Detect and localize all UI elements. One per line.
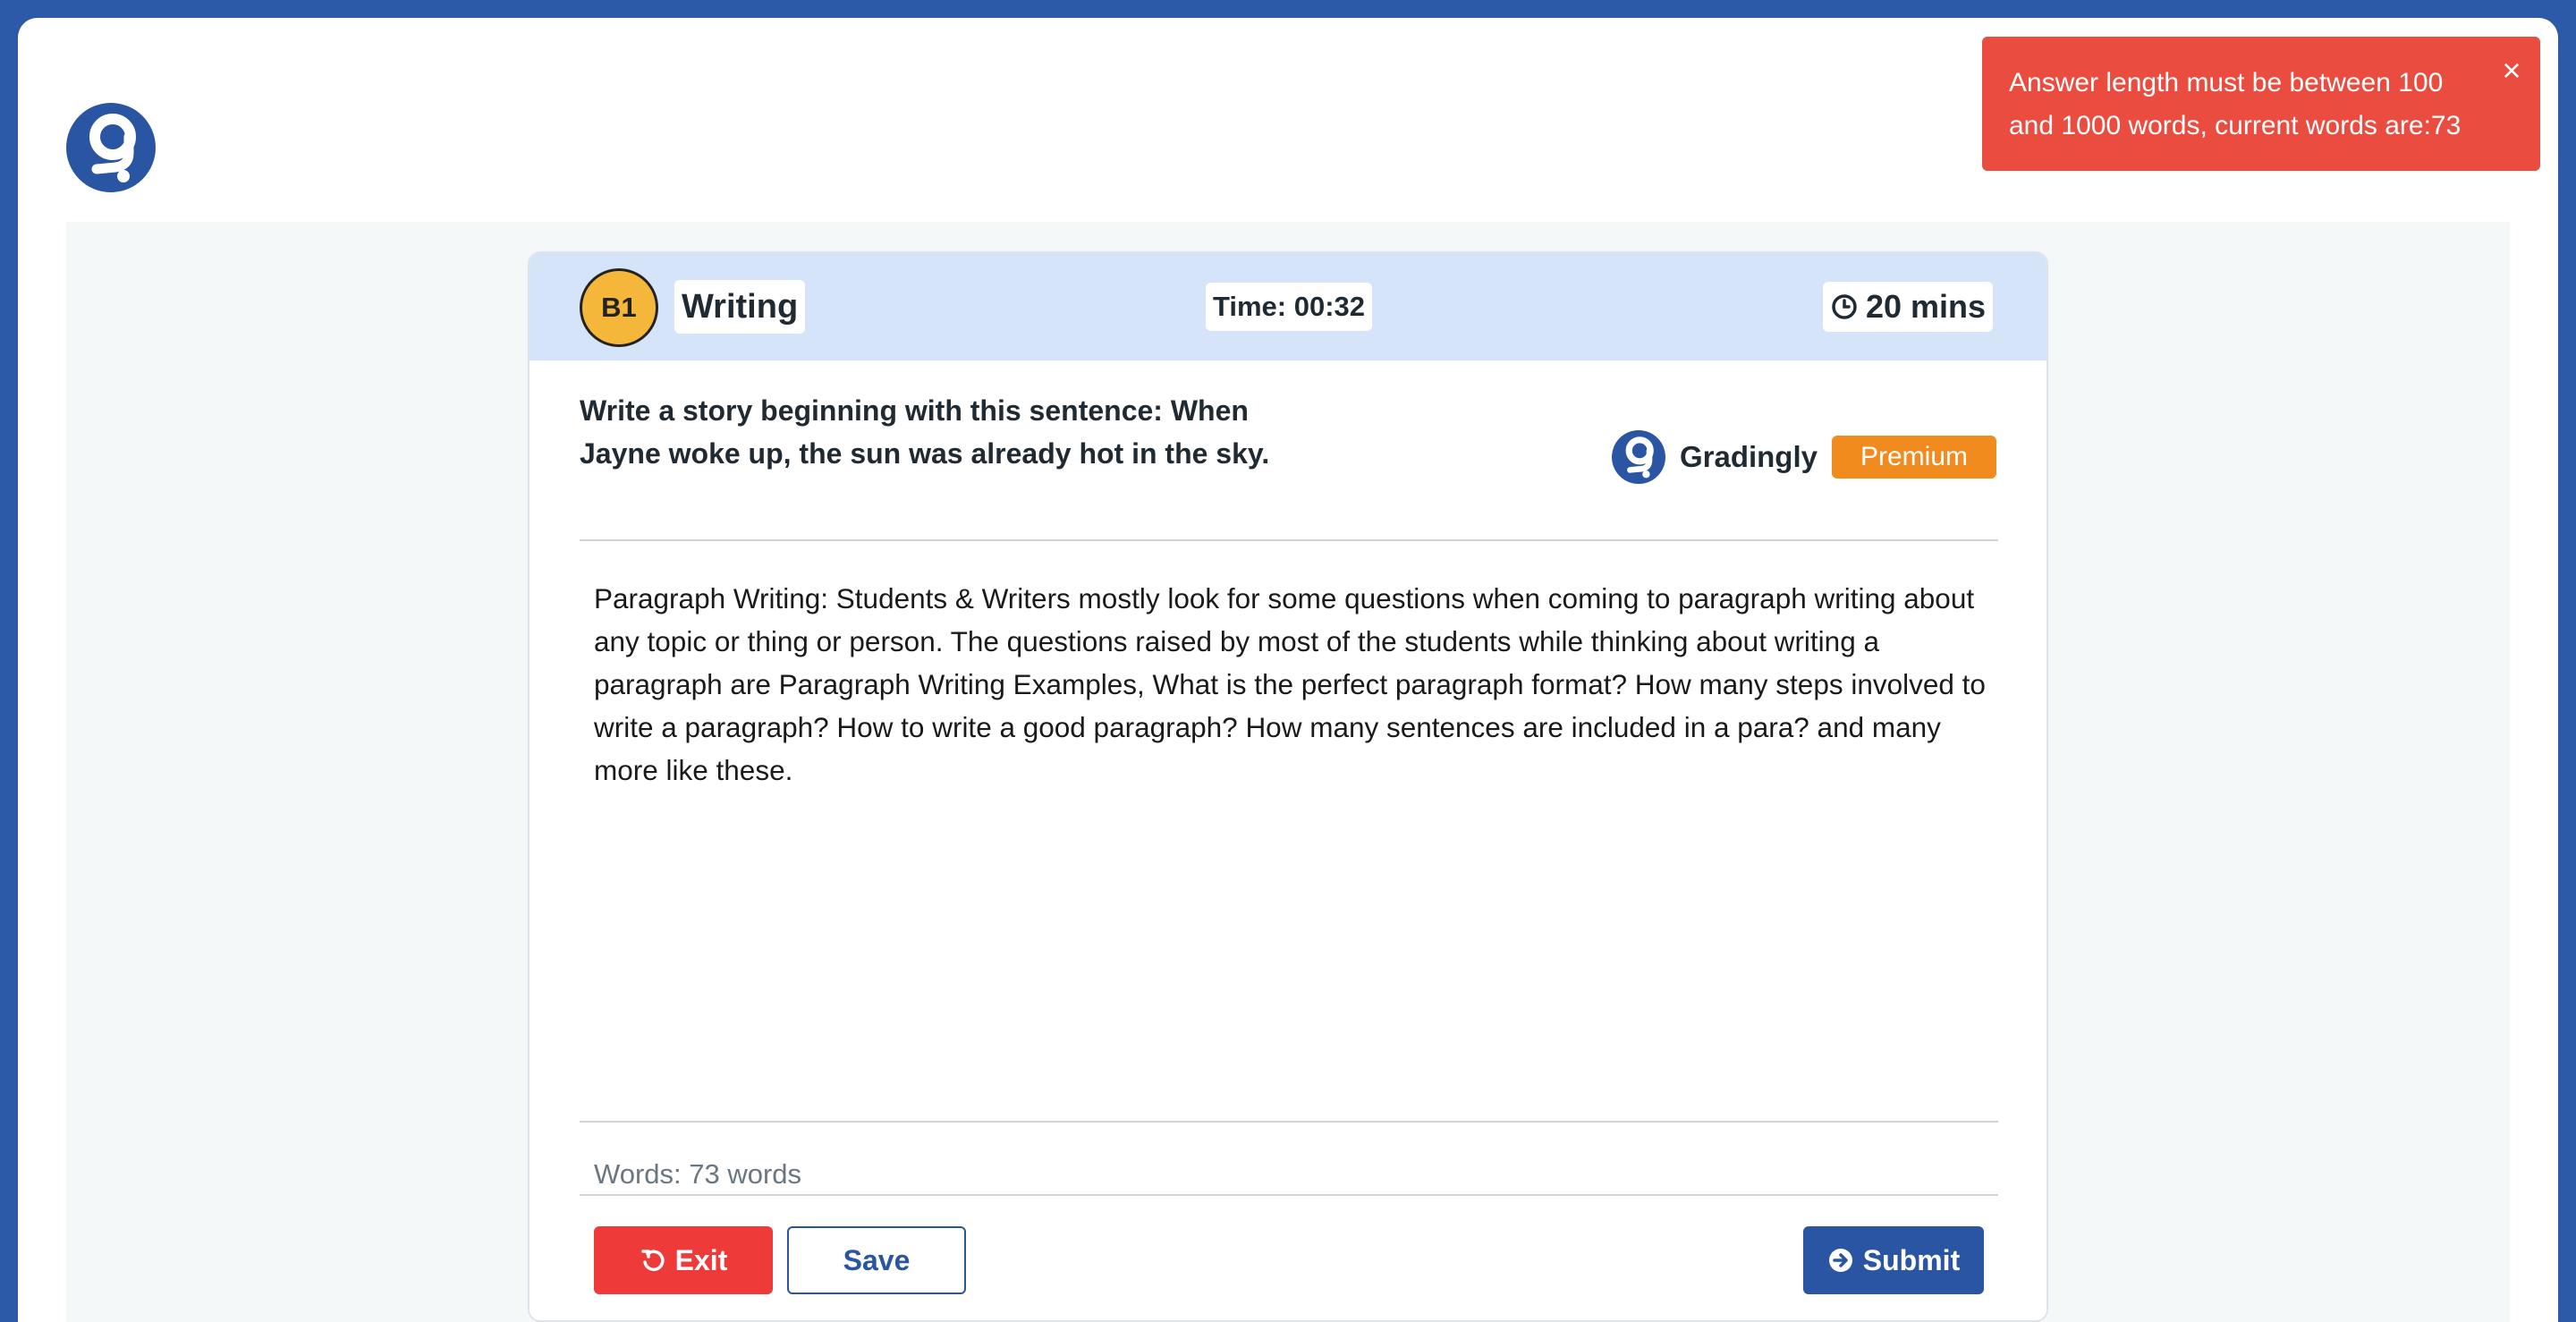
exit-button[interactable]: Exit xyxy=(594,1226,773,1294)
answer-textarea[interactable]: Paragraph Writing: Students & Writers mo… xyxy=(594,577,1989,792)
footer-divider-top xyxy=(580,1121,1998,1123)
writing-task-card: B1 Writing Time: 00:32 20 mins Write a s… xyxy=(528,251,2048,1322)
clock-icon xyxy=(1832,294,1857,319)
gradingly-small-logo-icon xyxy=(1611,430,1665,484)
error-toast: Answer length must be between 100 and 10… xyxy=(1982,37,2540,171)
footer-divider-bottom xyxy=(580,1194,1998,1196)
premium-badge: Premium xyxy=(1831,436,1996,479)
brand-block: Gradingly Premium xyxy=(1611,430,1996,484)
duration-chip: 20 mins xyxy=(1823,282,1994,332)
arrow-circle-right-icon xyxy=(1828,1249,1852,1272)
toast-message: Answer length must be between 100 and 10… xyxy=(2009,68,2462,140)
section-title: Writing xyxy=(674,280,806,334)
task-header: B1 Writing Time: 00:32 20 mins xyxy=(530,253,2046,360)
undo-icon xyxy=(640,1250,665,1271)
level-badge: B1 xyxy=(580,268,658,347)
exit-label: Exit xyxy=(674,1243,728,1276)
header-divider xyxy=(580,539,1998,541)
word-count: Words: 73 words xyxy=(594,1158,802,1190)
elapsed-timer: Time: 00:32 xyxy=(1206,283,1373,331)
submit-button[interactable]: Submit xyxy=(1803,1226,1984,1294)
question-prompt: Write a story beginning with this senten… xyxy=(580,394,1270,470)
gradingly-logo-icon[interactable] xyxy=(66,103,156,192)
submit-label: Submit xyxy=(1862,1243,1961,1276)
brand-name: Gradingly xyxy=(1679,440,1818,473)
close-icon[interactable]: × xyxy=(2497,55,2526,87)
duration-label: 20 mins xyxy=(1866,288,1987,325)
save-button[interactable]: Save xyxy=(787,1226,966,1294)
